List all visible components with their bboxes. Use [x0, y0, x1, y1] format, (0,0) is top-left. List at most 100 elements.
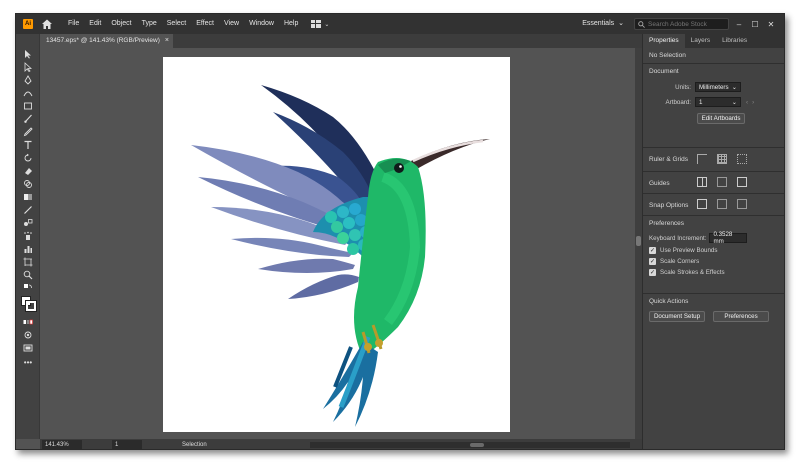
menu-type[interactable]: Type — [137, 14, 162, 34]
selection-tool-icon[interactable] — [22, 48, 34, 59]
scale-strokes-option[interactable]: ✓ Scale Strokes & Effects — [649, 269, 784, 276]
more-tools-icon[interactable]: ••• — [22, 357, 34, 368]
artboard-value: 1 — [699, 98, 703, 106]
show-guides-icon[interactable] — [697, 177, 707, 187]
edit-artboards-button[interactable]: Edit Artboards — [697, 113, 745, 124]
panel-tabs: Properties Layers Libraries — [643, 34, 784, 48]
app-logo: Ai — [23, 19, 33, 29]
scale-corners-option[interactable]: ✓ Scale Corners — [649, 258, 784, 265]
artboard-tool-icon[interactable] — [22, 256, 34, 267]
horizontal-scrollbar[interactable] — [310, 442, 630, 448]
shape-builder-tool-icon[interactable] — [22, 178, 34, 189]
menu-object[interactable]: Object — [106, 14, 136, 34]
paintbrush-tool-icon[interactable] — [22, 113, 34, 124]
swap-colors-icon[interactable] — [22, 282, 34, 293]
scale-strokes-label: Scale Strokes & Effects — [660, 269, 725, 276]
chevron-down-icon: ⌄ — [324, 21, 330, 28]
pencil-tool-icon[interactable] — [22, 126, 34, 137]
chevron-down-icon: ⌄ — [731, 83, 737, 91]
smart-guides-icon[interactable] — [736, 177, 747, 187]
curvature-tool-icon[interactable] — [22, 87, 34, 98]
snap-title: Snap Options — [649, 202, 689, 209]
properties-panel: Properties Layers Libraries No Selection… — [642, 34, 784, 449]
zoom-field[interactable]: 141.43% — [42, 440, 82, 449]
menu-window[interactable]: Window — [244, 14, 279, 34]
document-tab[interactable]: 13457.eps* @ 141.43% (RGB/Preview) × — [40, 34, 173, 48]
rectangle-tool-icon[interactable] — [22, 100, 34, 111]
minimize-button[interactable]: – — [732, 14, 746, 34]
home-icon[interactable] — [41, 18, 53, 30]
artboard[interactable] — [163, 57, 510, 432]
snap-to-pixel-icon[interactable] — [716, 199, 727, 209]
quick-actions-section: Quick Actions Document Setup Preferences — [643, 294, 784, 334]
direct-selection-tool-icon[interactable] — [22, 61, 34, 72]
keyboard-increment-input[interactable]: 0.3528 mm — [709, 231, 748, 245]
tab-properties[interactable]: Properties — [643, 34, 685, 48]
checkbox-checked-icon[interactable]: ✓ — [649, 258, 656, 265]
tools-panel: ••• — [16, 34, 40, 439]
artboard-navigation-field[interactable]: 1 — [112, 440, 142, 449]
close-window-button[interactable]: ✕ — [764, 14, 778, 34]
menu-edit[interactable]: Edit — [84, 14, 106, 34]
snap-to-glyph-icon[interactable] — [736, 199, 747, 209]
grid-icon[interactable] — [716, 154, 727, 164]
graph-tool-icon[interactable] — [22, 243, 34, 254]
type-tool-icon[interactable] — [22, 139, 34, 150]
document-setup-button[interactable]: Document Setup — [649, 311, 705, 322]
canvas-area[interactable] — [40, 48, 635, 439]
stock-search[interactable] — [634, 18, 729, 30]
pen-tool-icon[interactable] — [22, 74, 34, 85]
units-dropdown[interactable]: Millimeters ⌄ — [695, 82, 741, 92]
preferences-title: Preferences — [649, 220, 685, 227]
tab-libraries[interactable]: Libraries — [716, 34, 753, 48]
transparency-grid-icon[interactable] — [736, 154, 747, 164]
drawing-mode-icon[interactable] — [22, 329, 34, 340]
screen-mode-icon[interactable] — [22, 342, 34, 353]
stroke-swatch[interactable] — [25, 300, 37, 312]
eyedropper-tool-icon[interactable] — [22, 204, 34, 215]
menu-view[interactable]: View — [219, 14, 244, 34]
rulers-title: Ruler & Grids — [649, 156, 689, 163]
menu-select[interactable]: Select — [162, 14, 191, 34]
preferences-button[interactable]: Preferences — [713, 311, 769, 322]
scroll-thumb[interactable] — [470, 443, 484, 447]
chevron-down-icon: ⌄ — [731, 98, 737, 106]
units-label: Units: — [675, 83, 691, 91]
checkbox-checked-icon[interactable]: ✓ — [649, 247, 656, 254]
close-tab-icon[interactable]: × — [165, 34, 169, 48]
rotate-tool-icon[interactable] — [22, 152, 34, 163]
search-input[interactable] — [648, 20, 728, 28]
keyboard-increment-label: Keyboard Increment: — [649, 234, 707, 242]
document-tab-title: 13457.eps* @ 141.43% (RGB/Preview) — [46, 37, 160, 44]
menu-help[interactable]: Help — [279, 14, 303, 34]
hummingbird-artwork[interactable] — [163, 57, 510, 432]
blend-tool-icon[interactable] — [22, 217, 34, 228]
use-preview-bounds-option[interactable]: ✓ Use Preview Bounds — [649, 247, 784, 254]
vertical-scrollbar[interactable] — [635, 48, 642, 439]
scroll-thumb[interactable] — [636, 236, 641, 246]
next-artboard-icon[interactable]: › — [752, 99, 754, 106]
zoom-tool-icon[interactable] — [22, 269, 34, 280]
artboard-dropdown[interactable]: 1 ⌄ — [695, 97, 741, 107]
gradient-tool-icon[interactable] — [22, 191, 34, 202]
quick-actions-title: Quick Actions — [649, 298, 689, 305]
arrange-documents-button[interactable]: ⌄ — [311, 19, 333, 30]
symbol-sprayer-tool-icon[interactable] — [22, 230, 34, 241]
menu-effect[interactable]: Effect — [191, 14, 219, 34]
maximize-button[interactable]: ☐ — [748, 14, 762, 34]
previous-artboard-icon[interactable]: ‹ — [746, 99, 748, 106]
workspace-switcher[interactable]: Essentials ⌄ — [582, 14, 624, 34]
guides-section: Guides — [643, 172, 784, 194]
menu-file[interactable]: File — [63, 14, 84, 34]
units-value: Millimeters — [699, 83, 729, 91]
scale-corners-label: Scale Corners — [660, 258, 700, 265]
snap-section: Snap Options — [643, 194, 784, 216]
checkbox-checked-icon[interactable]: ✓ — [649, 269, 656, 276]
tab-layers[interactable]: Layers — [685, 34, 717, 48]
snap-to-point-icon[interactable] — [697, 199, 707, 209]
eraser-tool-icon[interactable] — [22, 165, 34, 176]
ruler-icon[interactable] — [697, 154, 707, 164]
color-mode-icon[interactable] — [22, 316, 34, 327]
lock-guides-icon[interactable] — [716, 177, 727, 187]
keyboard-increment-value: 0.3528 mm — [713, 231, 733, 245]
